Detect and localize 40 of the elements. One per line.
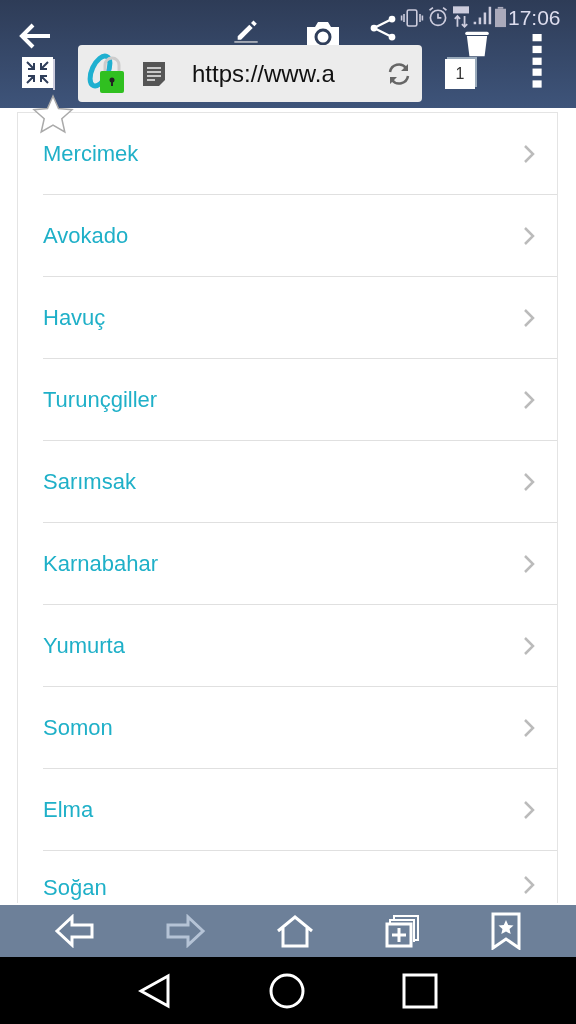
signal-icon — [472, 4, 492, 26]
list-item[interactable]: Soğan — [43, 851, 557, 903]
list-item[interactable]: Elma — [43, 769, 557, 851]
chevron-icon — [523, 635, 535, 656]
chevron-icon — [523, 307, 535, 328]
exit-fullscreen-icon[interactable] — [22, 57, 55, 90]
reader-icon[interactable] — [142, 60, 166, 87]
chevron-icon — [523, 799, 535, 820]
chevron-icon — [523, 143, 535, 164]
battery-icon — [495, 6, 506, 28]
back-icon[interactable] — [18, 22, 52, 50]
network-icon — [453, 6, 469, 28]
chevron-icon — [523, 717, 535, 738]
list-item[interactable]: Karnabahar — [43, 523, 557, 605]
pencil-icon[interactable] — [232, 18, 260, 43]
list-item[interactable]: Turunçgiller — [43, 359, 557, 441]
address-bar[interactable]: https://www.a — [78, 45, 422, 102]
url-text: https://www.a — [192, 59, 336, 88]
chevron-icon — [523, 553, 535, 574]
list-item[interactable]: Havuç — [43, 277, 557, 359]
share-icon[interactable] — [368, 14, 398, 42]
alarm-icon — [427, 6, 449, 28]
trash-icon[interactable] — [464, 30, 490, 57]
list-item[interactable]: Avokado — [43, 195, 557, 277]
home-icon[interactable] — [269, 972, 305, 1009]
vibrate-icon — [400, 8, 424, 28]
recents-icon[interactable] — [401, 972, 438, 1009]
status-time: 17:06 — [508, 6, 561, 30]
chevron-icon — [523, 225, 535, 246]
chevron-icon — [523, 389, 535, 410]
list-item[interactable]: Yumurta — [43, 605, 557, 687]
back-icon[interactable] — [138, 972, 173, 1009]
refresh-icon[interactable] — [386, 60, 412, 87]
list-item[interactable]: Sarımsak — [43, 441, 557, 523]
star-icon[interactable] — [32, 94, 74, 134]
tab-counter[interactable]: 1 — [445, 59, 475, 89]
list-item[interactable]: Somon — [43, 687, 557, 769]
chevron-icon — [523, 471, 535, 492]
list-item[interactable]: Mercimek — [43, 113, 557, 195]
chevron-icon — [523, 875, 535, 895]
